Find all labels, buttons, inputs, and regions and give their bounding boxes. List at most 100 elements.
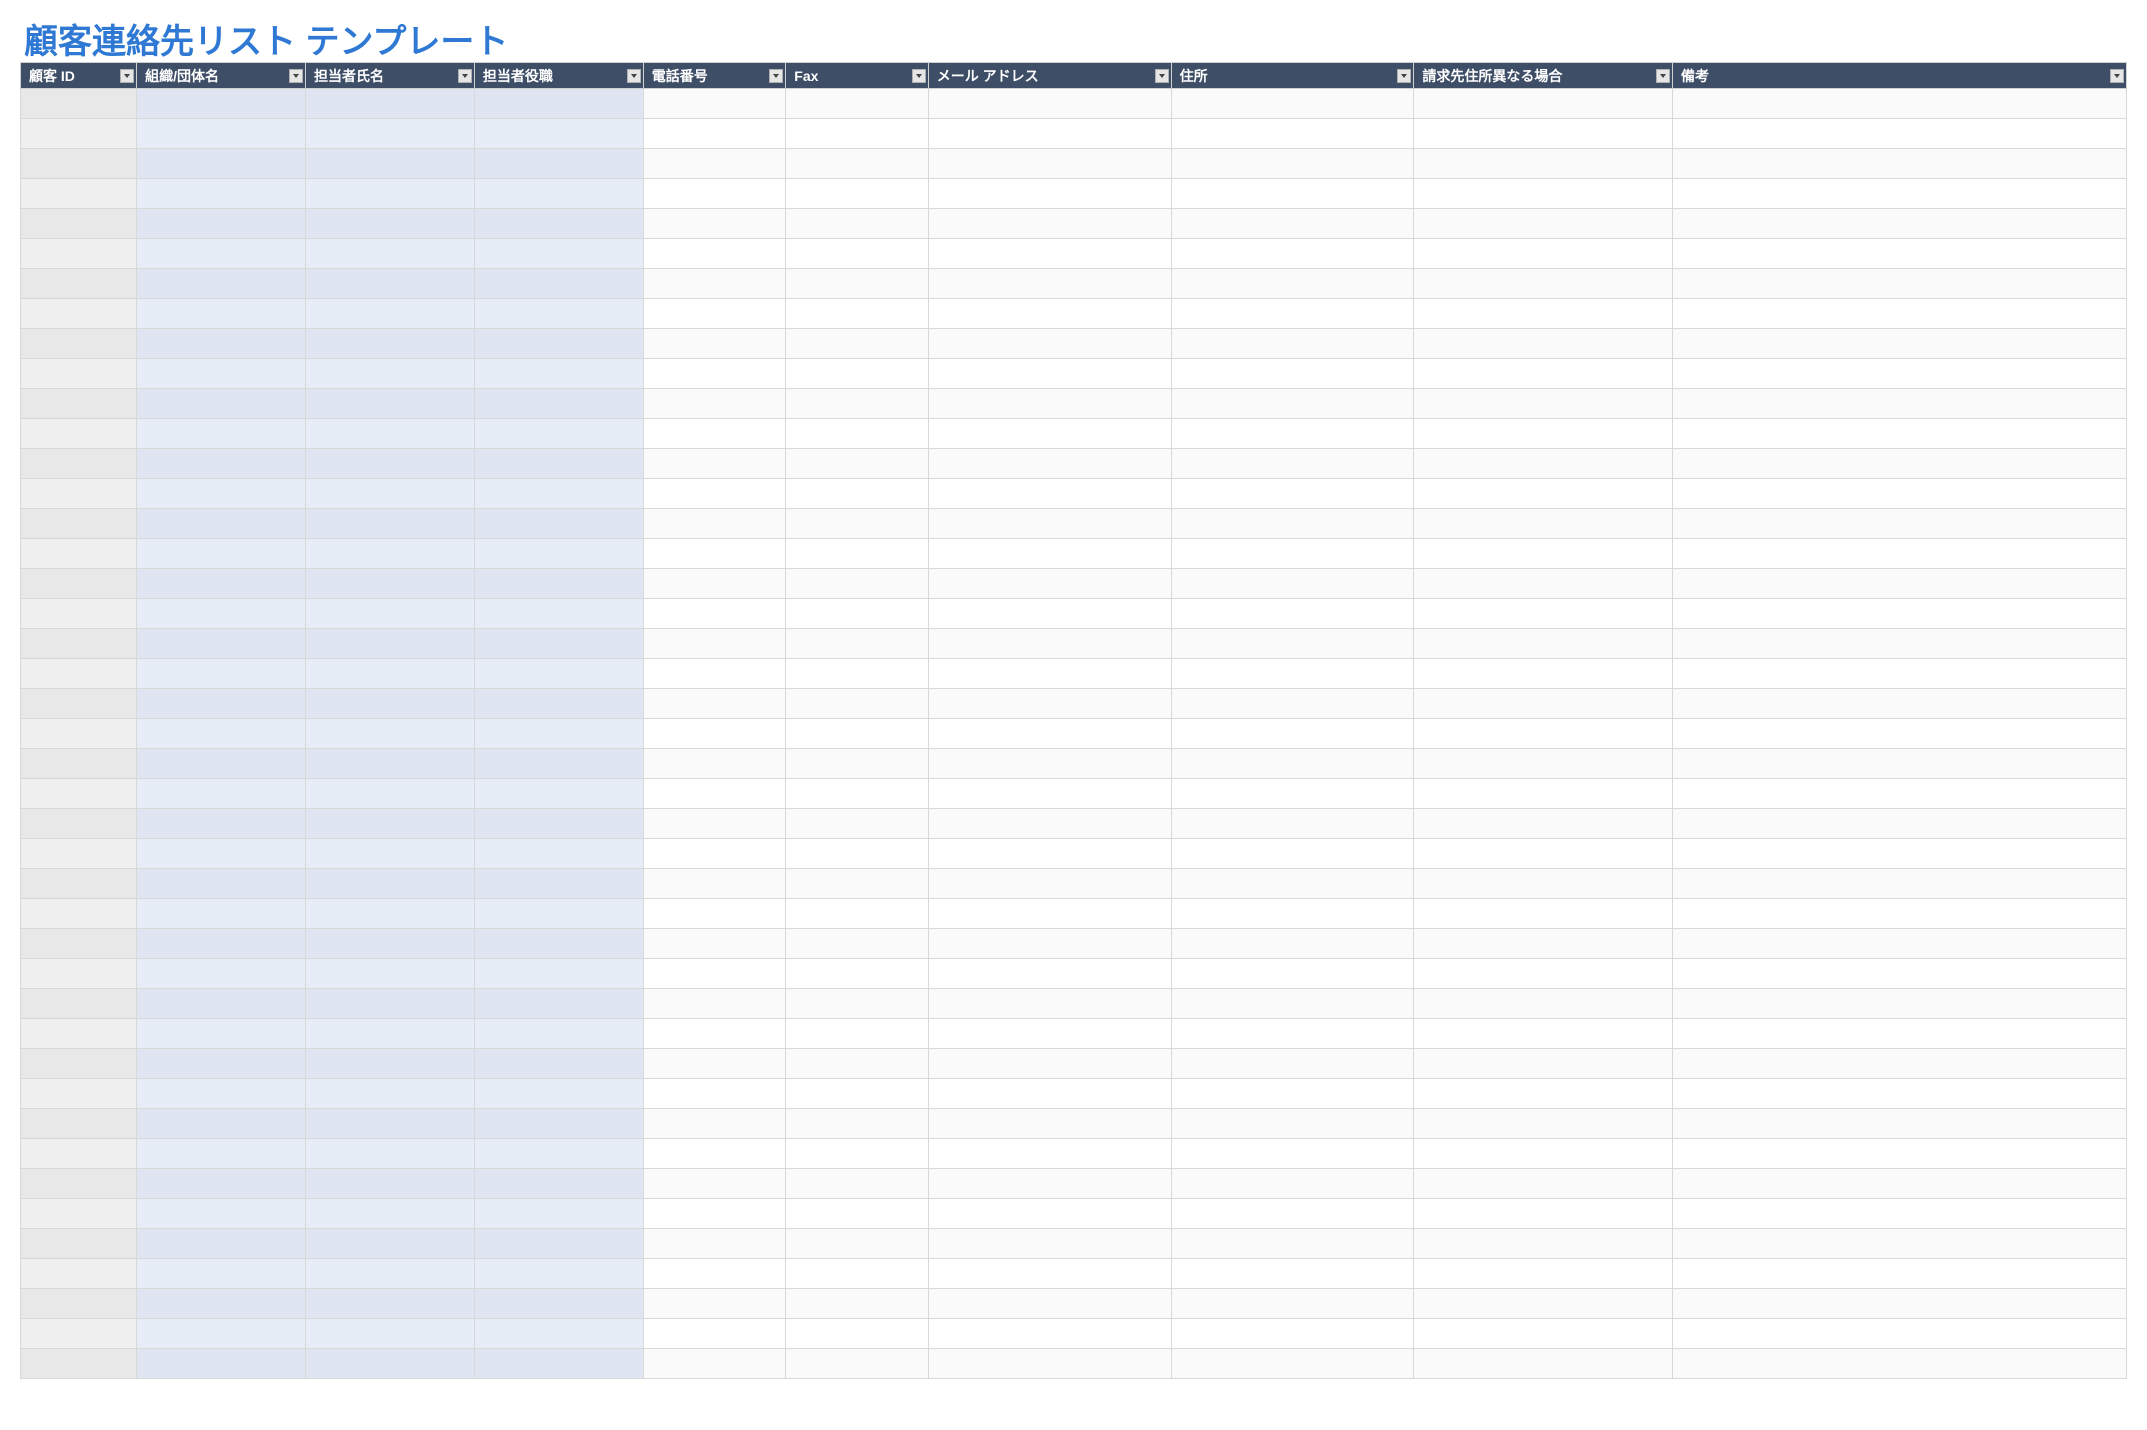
cell-role[interactable]	[474, 989, 643, 1019]
table-row[interactable]	[21, 659, 2127, 689]
cell-addr[interactable]	[1171, 539, 1414, 569]
cell-org[interactable]	[137, 209, 306, 239]
cell-name[interactable]	[306, 119, 475, 149]
cell-note[interactable]	[1673, 179, 2127, 209]
cell-role[interactable]	[474, 389, 643, 419]
cell-org[interactable]	[137, 929, 306, 959]
cell-addr[interactable]	[1171, 629, 1414, 659]
cell-name[interactable]	[306, 539, 475, 569]
cell-addr[interactable]	[1171, 179, 1414, 209]
cell-role[interactable]	[474, 269, 643, 299]
table-row[interactable]	[21, 1289, 2127, 1319]
table-row[interactable]	[21, 359, 2127, 389]
cell-fax[interactable]	[786, 1199, 929, 1229]
cell-org[interactable]	[137, 389, 306, 419]
cell-id[interactable]	[21, 89, 137, 119]
cell-org[interactable]	[137, 299, 306, 329]
cell-org[interactable]	[137, 749, 306, 779]
cell-addr[interactable]	[1171, 569, 1414, 599]
cell-fax[interactable]	[786, 959, 929, 989]
table-row[interactable]	[21, 539, 2127, 569]
cell-addr[interactable]	[1171, 479, 1414, 509]
cell-fax[interactable]	[786, 539, 929, 569]
cell-name[interactable]	[306, 419, 475, 449]
cell-note[interactable]	[1673, 689, 2127, 719]
filter-dropdown-icon[interactable]	[2110, 69, 2124, 83]
cell-name[interactable]	[306, 329, 475, 359]
cell-id[interactable]	[21, 719, 137, 749]
cell-addr[interactable]	[1171, 959, 1414, 989]
cell-bill[interactable]	[1414, 1259, 1673, 1289]
cell-id[interactable]	[21, 1199, 137, 1229]
cell-org[interactable]	[137, 119, 306, 149]
cell-mail[interactable]	[928, 659, 1171, 689]
cell-name[interactable]	[306, 569, 475, 599]
filter-dropdown-icon[interactable]	[458, 69, 472, 83]
cell-fax[interactable]	[786, 1259, 929, 1289]
cell-bill[interactable]	[1414, 179, 1673, 209]
cell-bill[interactable]	[1414, 419, 1673, 449]
filter-dropdown-icon[interactable]	[627, 69, 641, 83]
column-header-role[interactable]: 担当者役職	[474, 63, 643, 89]
cell-addr[interactable]	[1171, 869, 1414, 899]
cell-name[interactable]	[306, 509, 475, 539]
cell-id[interactable]	[21, 419, 137, 449]
cell-id[interactable]	[21, 1049, 137, 1079]
cell-tel[interactable]	[643, 869, 786, 899]
cell-role[interactable]	[474, 1079, 643, 1109]
cell-mail[interactable]	[928, 599, 1171, 629]
table-row[interactable]	[21, 269, 2127, 299]
cell-addr[interactable]	[1171, 809, 1414, 839]
cell-tel[interactable]	[643, 539, 786, 569]
cell-note[interactable]	[1673, 1109, 2127, 1139]
cell-mail[interactable]	[928, 509, 1171, 539]
filter-dropdown-icon[interactable]	[1155, 69, 1169, 83]
cell-fax[interactable]	[786, 869, 929, 899]
cell-mail[interactable]	[928, 1019, 1171, 1049]
cell-addr[interactable]	[1171, 239, 1414, 269]
table-row[interactable]	[21, 629, 2127, 659]
cell-id[interactable]	[21, 689, 137, 719]
cell-id[interactable]	[21, 539, 137, 569]
cell-fax[interactable]	[786, 899, 929, 929]
cell-name[interactable]	[306, 719, 475, 749]
cell-fax[interactable]	[786, 989, 929, 1019]
cell-name[interactable]	[306, 869, 475, 899]
cell-addr[interactable]	[1171, 419, 1414, 449]
cell-addr[interactable]	[1171, 389, 1414, 419]
table-row[interactable]	[21, 89, 2127, 119]
cell-role[interactable]	[474, 719, 643, 749]
table-row[interactable]	[21, 599, 2127, 629]
cell-note[interactable]	[1673, 1019, 2127, 1049]
table-row[interactable]	[21, 1139, 2127, 1169]
cell-fax[interactable]	[786, 629, 929, 659]
cell-note[interactable]	[1673, 1229, 2127, 1259]
cell-role[interactable]	[474, 149, 643, 179]
cell-addr[interactable]	[1171, 209, 1414, 239]
cell-role[interactable]	[474, 1319, 643, 1349]
column-header-id[interactable]: 顧客 ID	[21, 63, 137, 89]
cell-bill[interactable]	[1414, 1349, 1673, 1379]
filter-dropdown-icon[interactable]	[769, 69, 783, 83]
cell-note[interactable]	[1673, 149, 2127, 179]
cell-org[interactable]	[137, 569, 306, 599]
cell-role[interactable]	[474, 119, 643, 149]
cell-org[interactable]	[137, 1229, 306, 1259]
cell-addr[interactable]	[1171, 719, 1414, 749]
cell-id[interactable]	[21, 209, 137, 239]
cell-mail[interactable]	[928, 179, 1171, 209]
cell-tel[interactable]	[643, 569, 786, 599]
cell-mail[interactable]	[928, 1229, 1171, 1259]
cell-id[interactable]	[21, 1019, 137, 1049]
cell-fax[interactable]	[786, 239, 929, 269]
cell-tel[interactable]	[643, 839, 786, 869]
cell-mail[interactable]	[928, 719, 1171, 749]
cell-note[interactable]	[1673, 599, 2127, 629]
cell-org[interactable]	[137, 899, 306, 929]
cell-name[interactable]	[306, 1259, 475, 1289]
cell-org[interactable]	[137, 179, 306, 209]
cell-tel[interactable]	[643, 1259, 786, 1289]
cell-tel[interactable]	[643, 1169, 786, 1199]
cell-org[interactable]	[137, 1139, 306, 1169]
cell-id[interactable]	[21, 629, 137, 659]
